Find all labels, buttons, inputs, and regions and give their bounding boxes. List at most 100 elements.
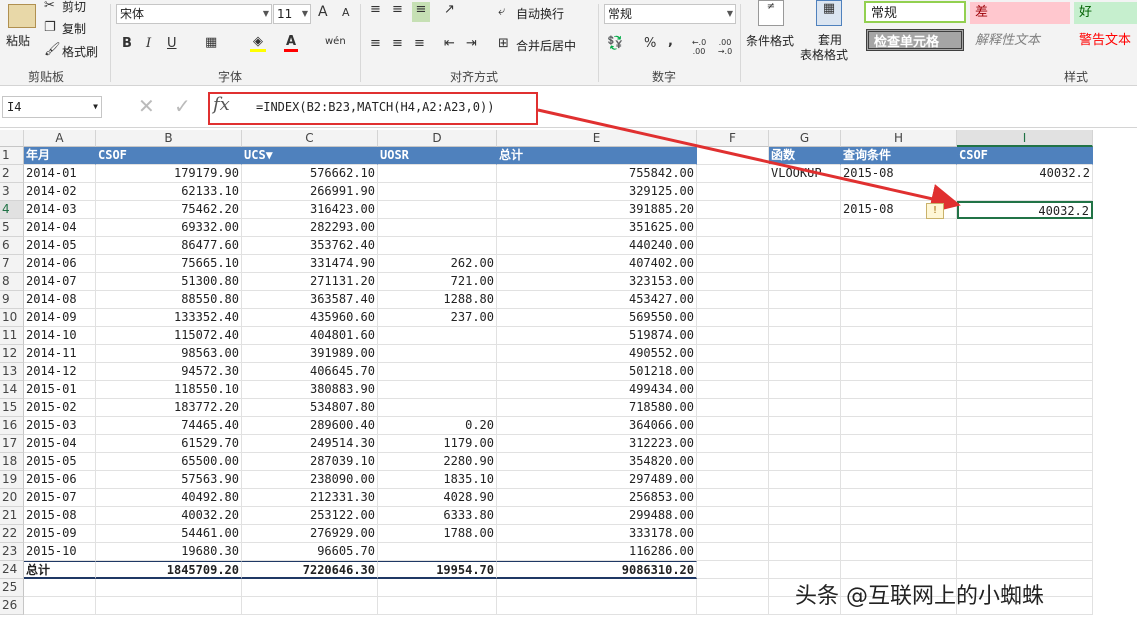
cell[interactable] (497, 597, 697, 615)
cell[interactable] (957, 381, 1093, 399)
cell[interactable] (697, 273, 769, 291)
row-header-20[interactable]: 20 (0, 489, 24, 507)
row-header-21[interactable]: 21 (0, 507, 24, 525)
table-cell[interactable]: 333178.00 (497, 525, 697, 543)
row-header-10[interactable]: 10 (0, 309, 24, 327)
table-cell[interactable]: 2014-11 (24, 345, 96, 363)
cell[interactable] (841, 471, 957, 489)
table-cell[interactable]: 501218.00 (497, 363, 697, 381)
cell[interactable] (769, 363, 841, 381)
align-bottom-icon[interactable]: ≡ (412, 2, 430, 22)
table-cell[interactable]: 4028.90 (378, 489, 497, 507)
align-center-icon[interactable]: ≡ (392, 36, 403, 51)
cell[interactable] (841, 435, 957, 453)
row-header-9[interactable]: 9 (0, 291, 24, 309)
table-cell[interactable]: 2015-07 (24, 489, 96, 507)
align-top-icon[interactable]: ≡ (370, 2, 381, 17)
cut-button[interactable]: 剪切 (62, 0, 86, 15)
row-header-5[interactable]: 5 (0, 219, 24, 237)
format-painter-button[interactable]: 格式刷 (62, 43, 98, 60)
cell[interactable] (841, 327, 957, 345)
table-cell[interactable]: 2280.90 (378, 453, 497, 471)
cell[interactable] (841, 417, 957, 435)
cell[interactable] (841, 453, 957, 471)
table-cell[interactable]: 2015-05 (24, 453, 96, 471)
table-cell[interactable]: 353762.40 (242, 237, 378, 255)
table-cell[interactable]: 2014-01 (24, 165, 96, 183)
table-cell[interactable]: 299488.00 (497, 507, 697, 525)
table-cell[interactable]: 238090.00 (242, 471, 378, 489)
table-cell[interactable]: 351625.00 (497, 219, 697, 237)
cell[interactable] (957, 363, 1093, 381)
cell[interactable] (841, 543, 957, 561)
table-cell[interactable]: 755842.00 (497, 165, 697, 183)
row-header-18[interactable]: 18 (0, 453, 24, 471)
cell[interactable] (697, 453, 769, 471)
cell[interactable] (697, 219, 769, 237)
cell[interactable] (957, 327, 1093, 345)
phonetic-icon[interactable]: wén (325, 36, 346, 47)
table-cell[interactable]: 453427.00 (497, 291, 697, 309)
table-cell[interactable]: 289600.40 (242, 417, 378, 435)
column-header-f[interactable]: F (697, 130, 769, 147)
table-cell[interactable]: 435960.60 (242, 309, 378, 327)
cancel-icon[interactable]: ✕ (138, 94, 155, 118)
font-name-select[interactable]: 宋体 ▼ (116, 4, 272, 24)
table-cell[interactable]: 391989.00 (242, 345, 378, 363)
table-cell[interactable]: 2015-09 (24, 525, 96, 543)
cell[interactable] (697, 237, 769, 255)
cell[interactable] (769, 309, 841, 327)
cell[interactable] (697, 255, 769, 273)
lookup-header-cell[interactable]: 函数 (769, 147, 841, 165)
cell[interactable] (957, 417, 1093, 435)
table-cell[interactable]: 183772.20 (96, 399, 242, 417)
table-cell[interactable] (378, 345, 497, 363)
cell[interactable] (841, 399, 957, 417)
style-bad[interactable]: 差 (970, 2, 1070, 24)
table-cell[interactable] (378, 237, 497, 255)
table-cell[interactable]: 2015-02 (24, 399, 96, 417)
table-cell[interactable] (378, 381, 497, 399)
table-cell[interactable]: 2015-01 (24, 381, 96, 399)
cell[interactable] (697, 597, 769, 615)
cell[interactable] (697, 291, 769, 309)
table-cell[interactable]: 212331.30 (242, 489, 378, 507)
table-cell[interactable] (378, 543, 497, 561)
table-cell[interactable]: 391885.20 (497, 201, 697, 219)
cell[interactable] (697, 381, 769, 399)
style-explanatory[interactable]: 解释性文本 (970, 30, 1070, 52)
table-cell[interactable]: 96605.70 (242, 543, 378, 561)
table-cell[interactable]: 2014-07 (24, 273, 96, 291)
table-cell[interactable]: 57563.90 (96, 471, 242, 489)
cell[interactable] (769, 183, 841, 201)
table-cell[interactable]: 62133.10 (96, 183, 242, 201)
table-cell[interactable]: 2014-09 (24, 309, 96, 327)
table-cell[interactable]: 407402.00 (497, 255, 697, 273)
table-cell[interactable]: 2014-12 (24, 363, 96, 381)
select-all-corner[interactable] (0, 130, 24, 147)
cell[interactable] (697, 471, 769, 489)
cell[interactable] (957, 291, 1093, 309)
copy-button[interactable]: 复制 (62, 20, 86, 37)
total-cell[interactable]: 1845709.20 (96, 561, 242, 579)
cell[interactable] (697, 147, 769, 165)
cell[interactable] (497, 579, 697, 597)
row-header-3[interactable]: 3 (0, 183, 24, 201)
cell[interactable] (957, 435, 1093, 453)
table-cell[interactable] (378, 363, 497, 381)
shrink-font-icon[interactable]: A (342, 6, 350, 19)
table-cell[interactable]: 331474.90 (242, 255, 378, 273)
cell[interactable] (697, 399, 769, 417)
table-cell[interactable]: 316423.00 (242, 201, 378, 219)
cell[interactable] (957, 525, 1093, 543)
table-cell[interactable] (378, 327, 497, 345)
lookup-header-cell[interactable]: 查询条件 (841, 147, 957, 165)
table-cell[interactable]: 133352.40 (96, 309, 242, 327)
cell[interactable] (957, 219, 1093, 237)
lookup-cell[interactable]: VLOOKUP (769, 165, 841, 183)
paste-icon[interactable] (8, 4, 36, 28)
table-cell[interactable]: 440240.00 (497, 237, 697, 255)
table-cell[interactable]: 329125.00 (497, 183, 697, 201)
column-header-d[interactable]: D (378, 130, 497, 147)
cell[interactable] (769, 291, 841, 309)
